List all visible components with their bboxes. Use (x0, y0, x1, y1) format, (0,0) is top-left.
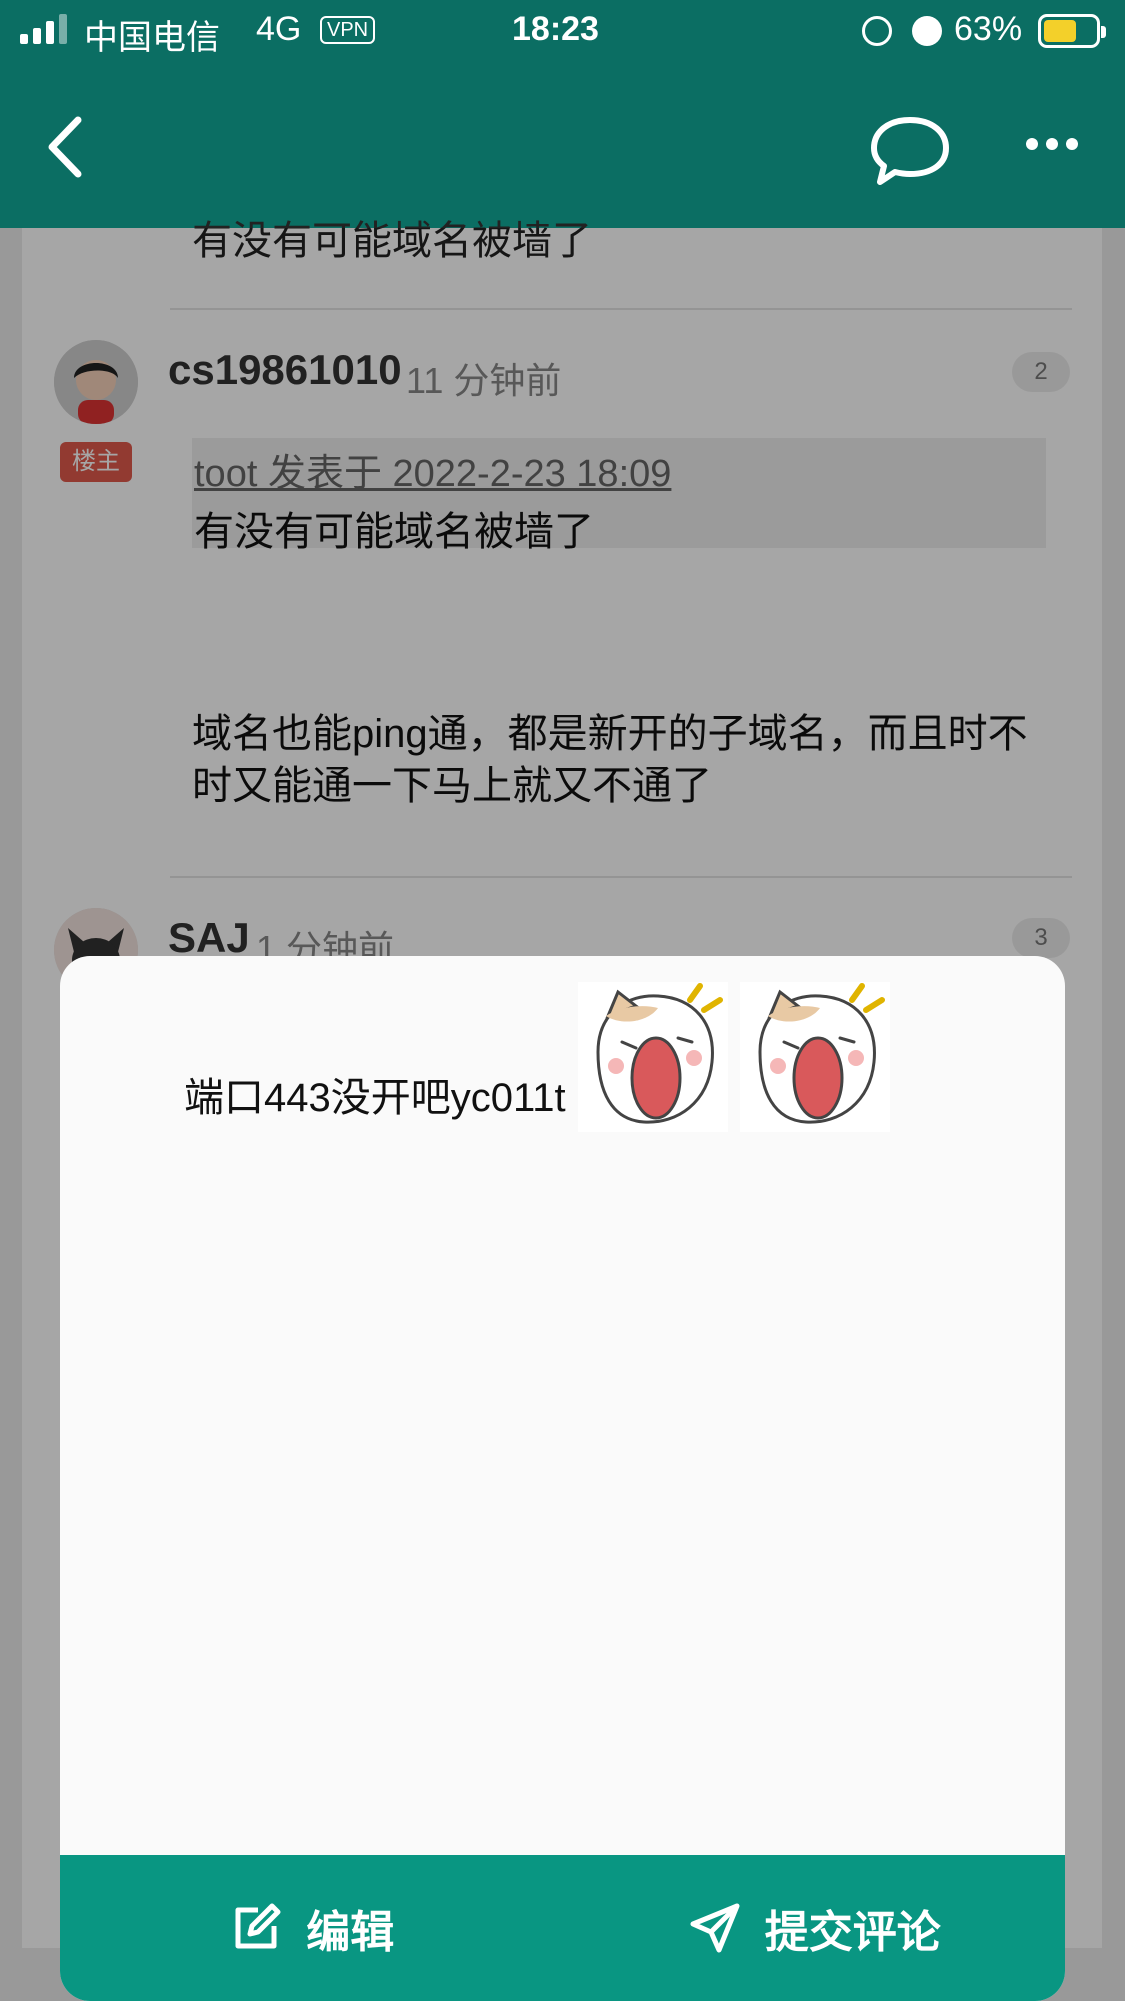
battery-icon (1038, 14, 1106, 48)
submit-comment-button[interactable]: 提交评论 (563, 1855, 1066, 2001)
edit-label: 编辑 (306, 1908, 395, 1957)
battery-level-fill (1044, 20, 1076, 42)
network-type: 4G (256, 10, 302, 48)
composer-footer: 编辑 提交评论 (60, 1855, 1065, 2001)
draft-text: 端口443没开吧yc011t (184, 1076, 566, 1120)
draft-preview[interactable]: 端口443没开吧yc011t (184, 982, 890, 1132)
alarm-icon (912, 16, 942, 46)
status-bar: 中国电信 4G VPN 18:23 63% (0, 0, 1125, 62)
app-bar (0, 62, 1125, 228)
signal-icon (20, 14, 67, 44)
battery-percent: 63% (954, 10, 1023, 48)
send-icon (690, 1903, 740, 1953)
carrier-label: 中国电信 (84, 19, 220, 57)
edit-button[interactable]: 编辑 (60, 1855, 563, 2001)
comment-composer: 端口443没开吧yc011t 编辑 提交评论 (60, 956, 1065, 2001)
clock: 18:23 (512, 10, 599, 48)
back-icon[interactable] (40, 112, 100, 182)
submit-label: 提交评论 (764, 1908, 941, 1957)
comment-bubble-icon[interactable] (870, 110, 950, 190)
vpn-badge: VPN (320, 16, 376, 44)
rotation-lock-icon (862, 16, 892, 46)
more-options-icon[interactable] (1026, 138, 1078, 150)
shouting-cat-sticker-icon (739, 982, 890, 1132)
edit-icon (235, 1903, 281, 1949)
shouting-cat-sticker-icon (577, 982, 728, 1132)
